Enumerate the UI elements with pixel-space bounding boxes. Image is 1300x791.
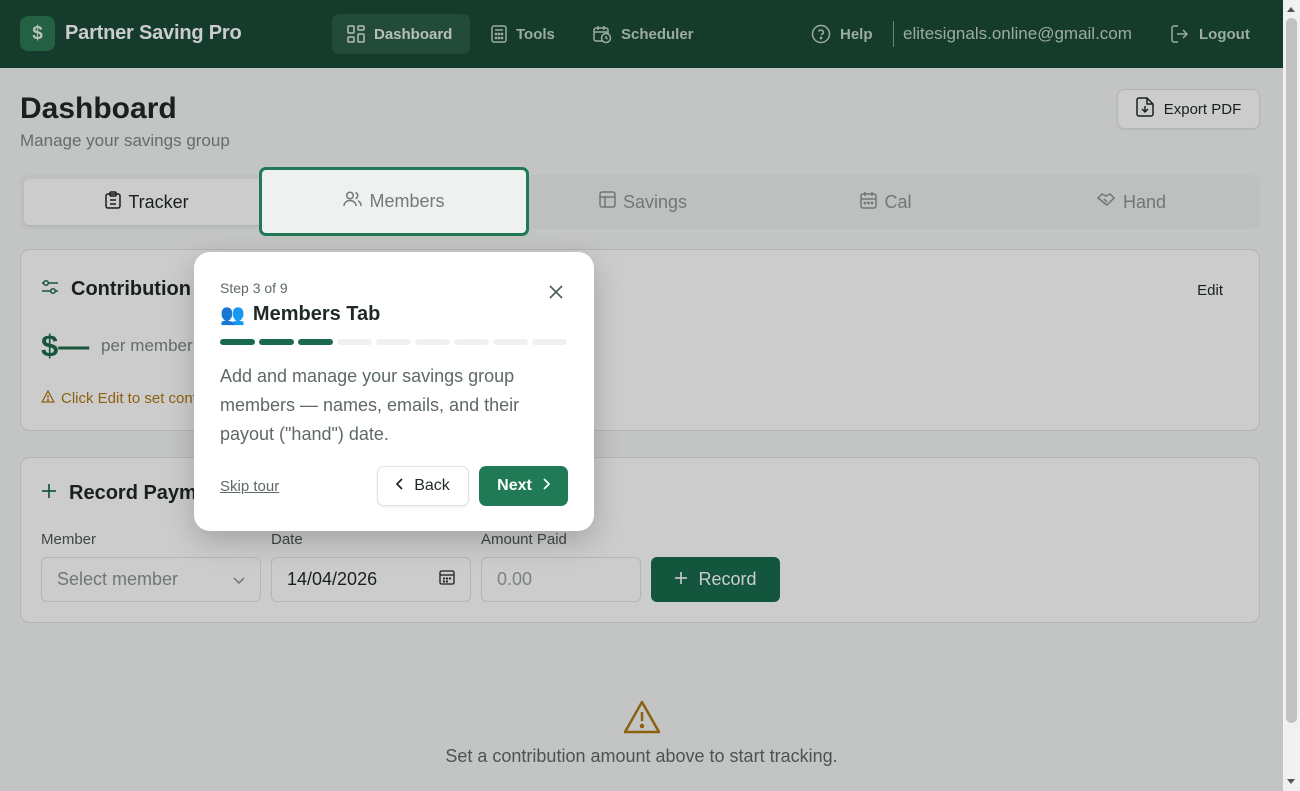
tour-progress-segment xyxy=(298,339,333,345)
tour-progress-segment xyxy=(493,339,528,345)
chevron-right-icon xyxy=(542,477,551,495)
next-button-label: Next xyxy=(497,477,532,494)
tour-step-counter: Step 3 of 9 xyxy=(220,280,288,296)
vertical-scrollbar[interactable] xyxy=(1283,0,1300,791)
tour-backdrop[interactable] xyxy=(0,0,1283,791)
tour-progress-bar xyxy=(220,339,567,345)
tour-progress-segment xyxy=(454,339,489,345)
tour-progress-segment xyxy=(532,339,567,345)
scroll-thumb[interactable] xyxy=(1286,18,1297,723)
back-button[interactable]: Back xyxy=(377,466,469,506)
tab-members-label: Members xyxy=(369,191,445,211)
tour-highlight-members-tab[interactable]: Members xyxy=(259,167,529,236)
skip-tour-link[interactable]: Skip tour xyxy=(220,478,279,495)
tour-progress-segment xyxy=(415,339,450,345)
tour-popover: Step 3 of 9 👥 Members Tab Add and manage… xyxy=(194,252,594,531)
tour-progress-segment xyxy=(220,339,255,345)
next-button[interactable]: Next xyxy=(479,466,568,506)
tour-title: 👥 Members Tab xyxy=(220,302,380,327)
tour-progress-segment xyxy=(376,339,411,345)
tour-body: Add and manage your savings group member… xyxy=(220,366,520,444)
users-icon xyxy=(343,191,363,212)
chevron-left-icon xyxy=(396,477,404,495)
scroll-down-arrow-icon[interactable] xyxy=(1287,779,1295,784)
scroll-up-arrow-icon[interactable] xyxy=(1287,7,1295,12)
tour-title-text: Members Tab xyxy=(252,303,381,325)
tour-progress-segment xyxy=(259,339,294,345)
close-icon[interactable] xyxy=(548,284,564,300)
tour-progress-segment xyxy=(337,339,372,345)
tab-members-highlighted[interactable]: Members xyxy=(267,175,521,228)
back-button-label: Back xyxy=(414,477,450,494)
members-emoji-icon: 👥 xyxy=(220,304,245,326)
